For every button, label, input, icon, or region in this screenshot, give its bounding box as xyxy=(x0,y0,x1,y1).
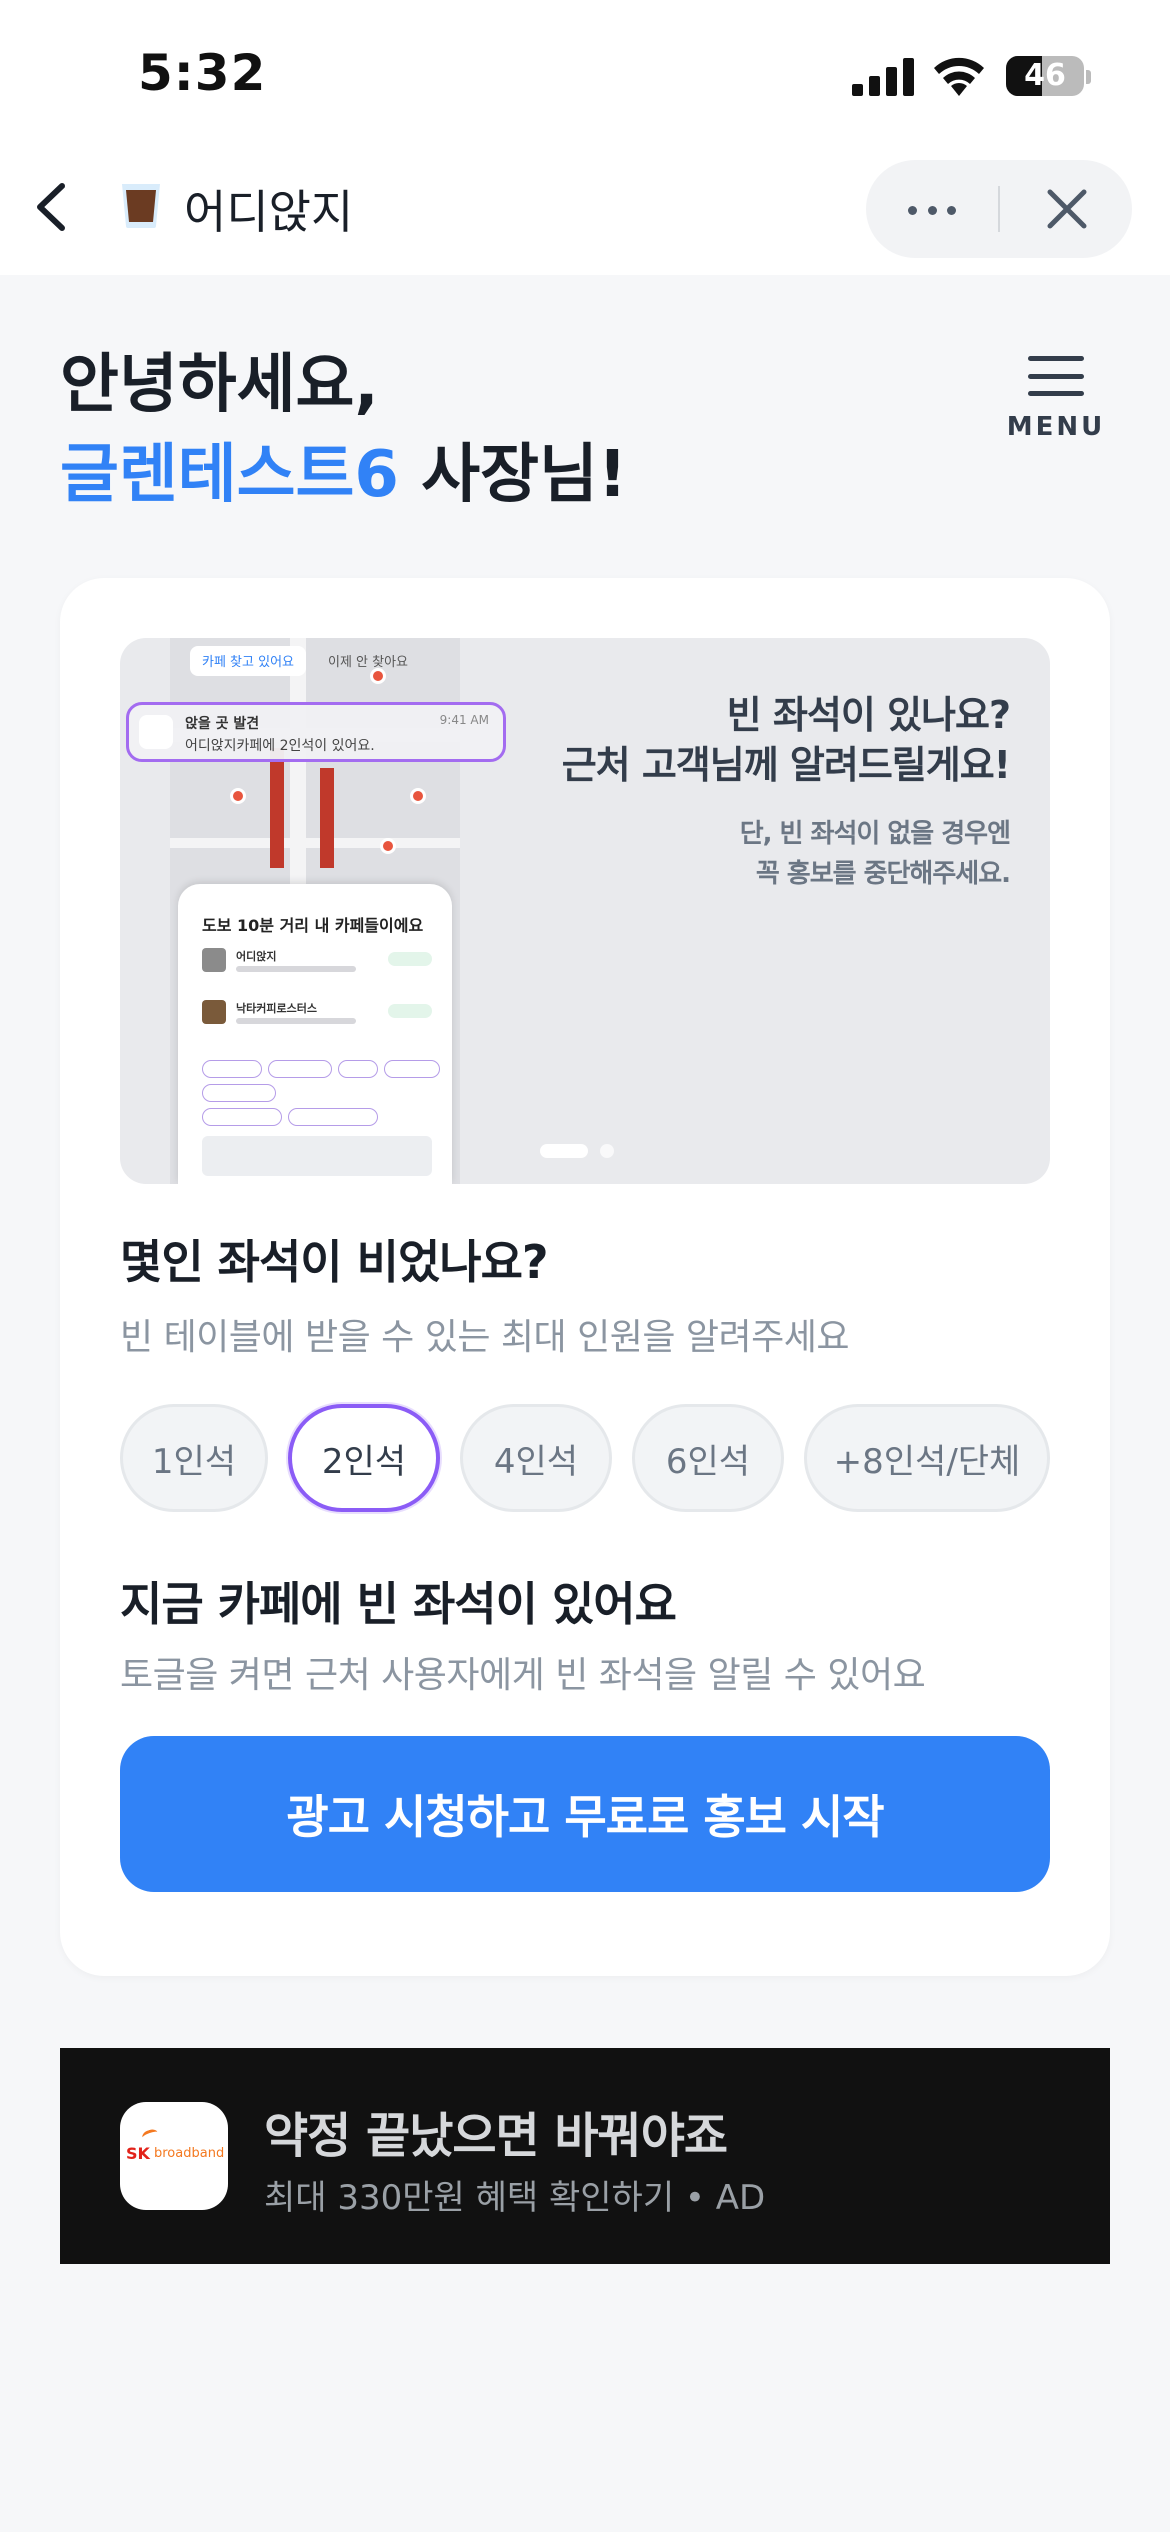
toggle-subtitle: 토글을 켜면 근처 사용자에게 빈 좌석을 알릴 수 있어요 xyxy=(120,1655,926,1696)
seat-option-group[interactable]: +8인석/단체 xyxy=(804,1404,1050,1512)
greeting-line2: 글렌테스트6 사장님! xyxy=(60,430,627,520)
sheet-item: 어디앉지 xyxy=(202,948,432,978)
greeting-suffix: 사장님! xyxy=(398,438,628,512)
app-icon xyxy=(122,184,160,228)
seat-option-1[interactable]: 1인석 xyxy=(120,1404,268,1512)
seat-title: 몇인 좌석이 비었나요? xyxy=(120,1235,549,1289)
menu-label: MENU xyxy=(1006,412,1106,442)
banner-title: 빈 좌석이 있나요? 근처 고객님께 알려드릴게요! xyxy=(561,690,1011,790)
more-icon[interactable] xyxy=(902,190,962,230)
map-tab-active: 카페 찾고 있어요 xyxy=(190,646,306,676)
ad-banner[interactable]: SK broadband 약정 끝났으면 바꿔야죠 최대 330만원 혜택 확인… xyxy=(60,2048,1110,2264)
seat-option-4[interactable]: 4인석 xyxy=(460,1404,612,1512)
sheet-chips xyxy=(202,1108,442,1126)
sheet-item-name: 낙타커피로스터스 xyxy=(236,1002,317,1015)
sheet-note xyxy=(202,1136,432,1176)
map-tab-other: 이제 안 찾아요 xyxy=(327,655,409,670)
sheet-chips xyxy=(202,1084,442,1102)
logo-brand-text: broadband xyxy=(154,2146,225,2161)
seat-option-2[interactable]: 2인석 xyxy=(288,1404,440,1512)
status-bar: 5:32 46 xyxy=(0,0,1170,160)
promo-card: 카페 찾고 있어요 이제 안 찾아요 앉을 곳 발견 어디앉지카페에 2인석이 … xyxy=(60,578,1110,1976)
battery-cap xyxy=(1086,70,1091,84)
banner-subtitle: 단, 빈 좌석이 없을 경우엔 꼭 홍보를 중단해주세요. xyxy=(739,814,1011,894)
battery-level: 46 xyxy=(1024,58,1066,93)
nav-title: 어디앉지 xyxy=(184,185,354,239)
promo-banner[interactable]: 카페 찾고 있어요 이제 안 찾아요 앉을 곳 발견 어디앉지카페에 2인석이 … xyxy=(120,638,1050,1184)
notification-time: 9:41 AM xyxy=(439,713,489,727)
banner-subtitle-line1: 단, 빈 좌석이 없을 경우엔 xyxy=(739,819,1011,849)
wifi-icon xyxy=(934,57,984,96)
nav-actions xyxy=(866,160,1132,258)
sheet-item-name: 어디앉지 xyxy=(236,950,277,963)
phone-sheet: 도보 10분 거리 내 카페들이에요 어디앉지 낙타커피로스터스 xyxy=(178,884,452,1184)
banner-title-line1: 빈 좌석이 있나요? xyxy=(726,693,1011,737)
banner-subtitle-line2: 꼭 홍보를 중단해주세요. xyxy=(755,859,1011,889)
nav-bar: 어디앉지 xyxy=(0,160,1170,275)
close-icon[interactable] xyxy=(1042,184,1092,234)
sheet-chips xyxy=(202,1060,442,1078)
watch-ad-button[interactable]: 광고 시청하고 무료로 홍보 시작 xyxy=(120,1736,1050,1892)
ad-subtitle: 최대 330만원 혜택 확인하기 • AD xyxy=(264,2178,766,2218)
seat-options: 1인석 2인석 4인석 6인석 +8인석/단체 xyxy=(120,1404,1050,1512)
menu-icon xyxy=(1028,356,1084,396)
signal-icon xyxy=(852,58,914,96)
greeting-line1: 안녕하세요, xyxy=(60,348,379,422)
battery-icon: 46 xyxy=(1006,56,1084,96)
notification-body: 어디앉지카페에 2인석이 있어요. xyxy=(185,738,375,754)
owner-name: 글렌테스트6 xyxy=(60,438,399,512)
map-tabs: 카페 찾고 있어요 이제 안 찾아요 xyxy=(190,646,420,676)
pager-dot-active[interactable] xyxy=(540,1144,588,1158)
greeting: 안녕하세요, 글렌테스트6 사장님! xyxy=(60,340,627,520)
sk-broadband-logo: SK broadband xyxy=(120,2102,228,2210)
notification-app-icon xyxy=(139,715,173,749)
sheet-item: 낙타커피로스터스 xyxy=(202,1000,432,1030)
sheet-title: 도보 10분 거리 내 카페들이에요 xyxy=(202,916,424,935)
notification-preview: 앉을 곳 발견 어디앉지카페에 2인석이 있어요. 9:41 AM xyxy=(126,702,506,762)
banner-pager xyxy=(540,1144,614,1158)
status-time: 5:32 xyxy=(138,44,267,102)
notification-title: 앉을 곳 발견 xyxy=(185,716,260,732)
seat-option-6[interactable]: 6인석 xyxy=(632,1404,784,1512)
ad-title: 약정 끝났으면 바꿔야죠 xyxy=(264,2108,728,2164)
logo-sk-text: SK xyxy=(126,2144,150,2163)
back-icon[interactable] xyxy=(28,172,72,242)
pager-dot[interactable] xyxy=(600,1144,614,1158)
menu-button[interactable]: MENU xyxy=(1004,352,1108,452)
nav-divider xyxy=(998,186,1000,232)
seat-subtitle: 빈 테이블에 받을 수 있는 최대 인원을 알려주세요 xyxy=(120,1317,850,1358)
banner-title-line2: 근처 고객님께 알려드릴게요! xyxy=(561,743,1011,787)
toggle-title: 지금 카페에 빈 좌석이 있어요 xyxy=(120,1577,677,1631)
